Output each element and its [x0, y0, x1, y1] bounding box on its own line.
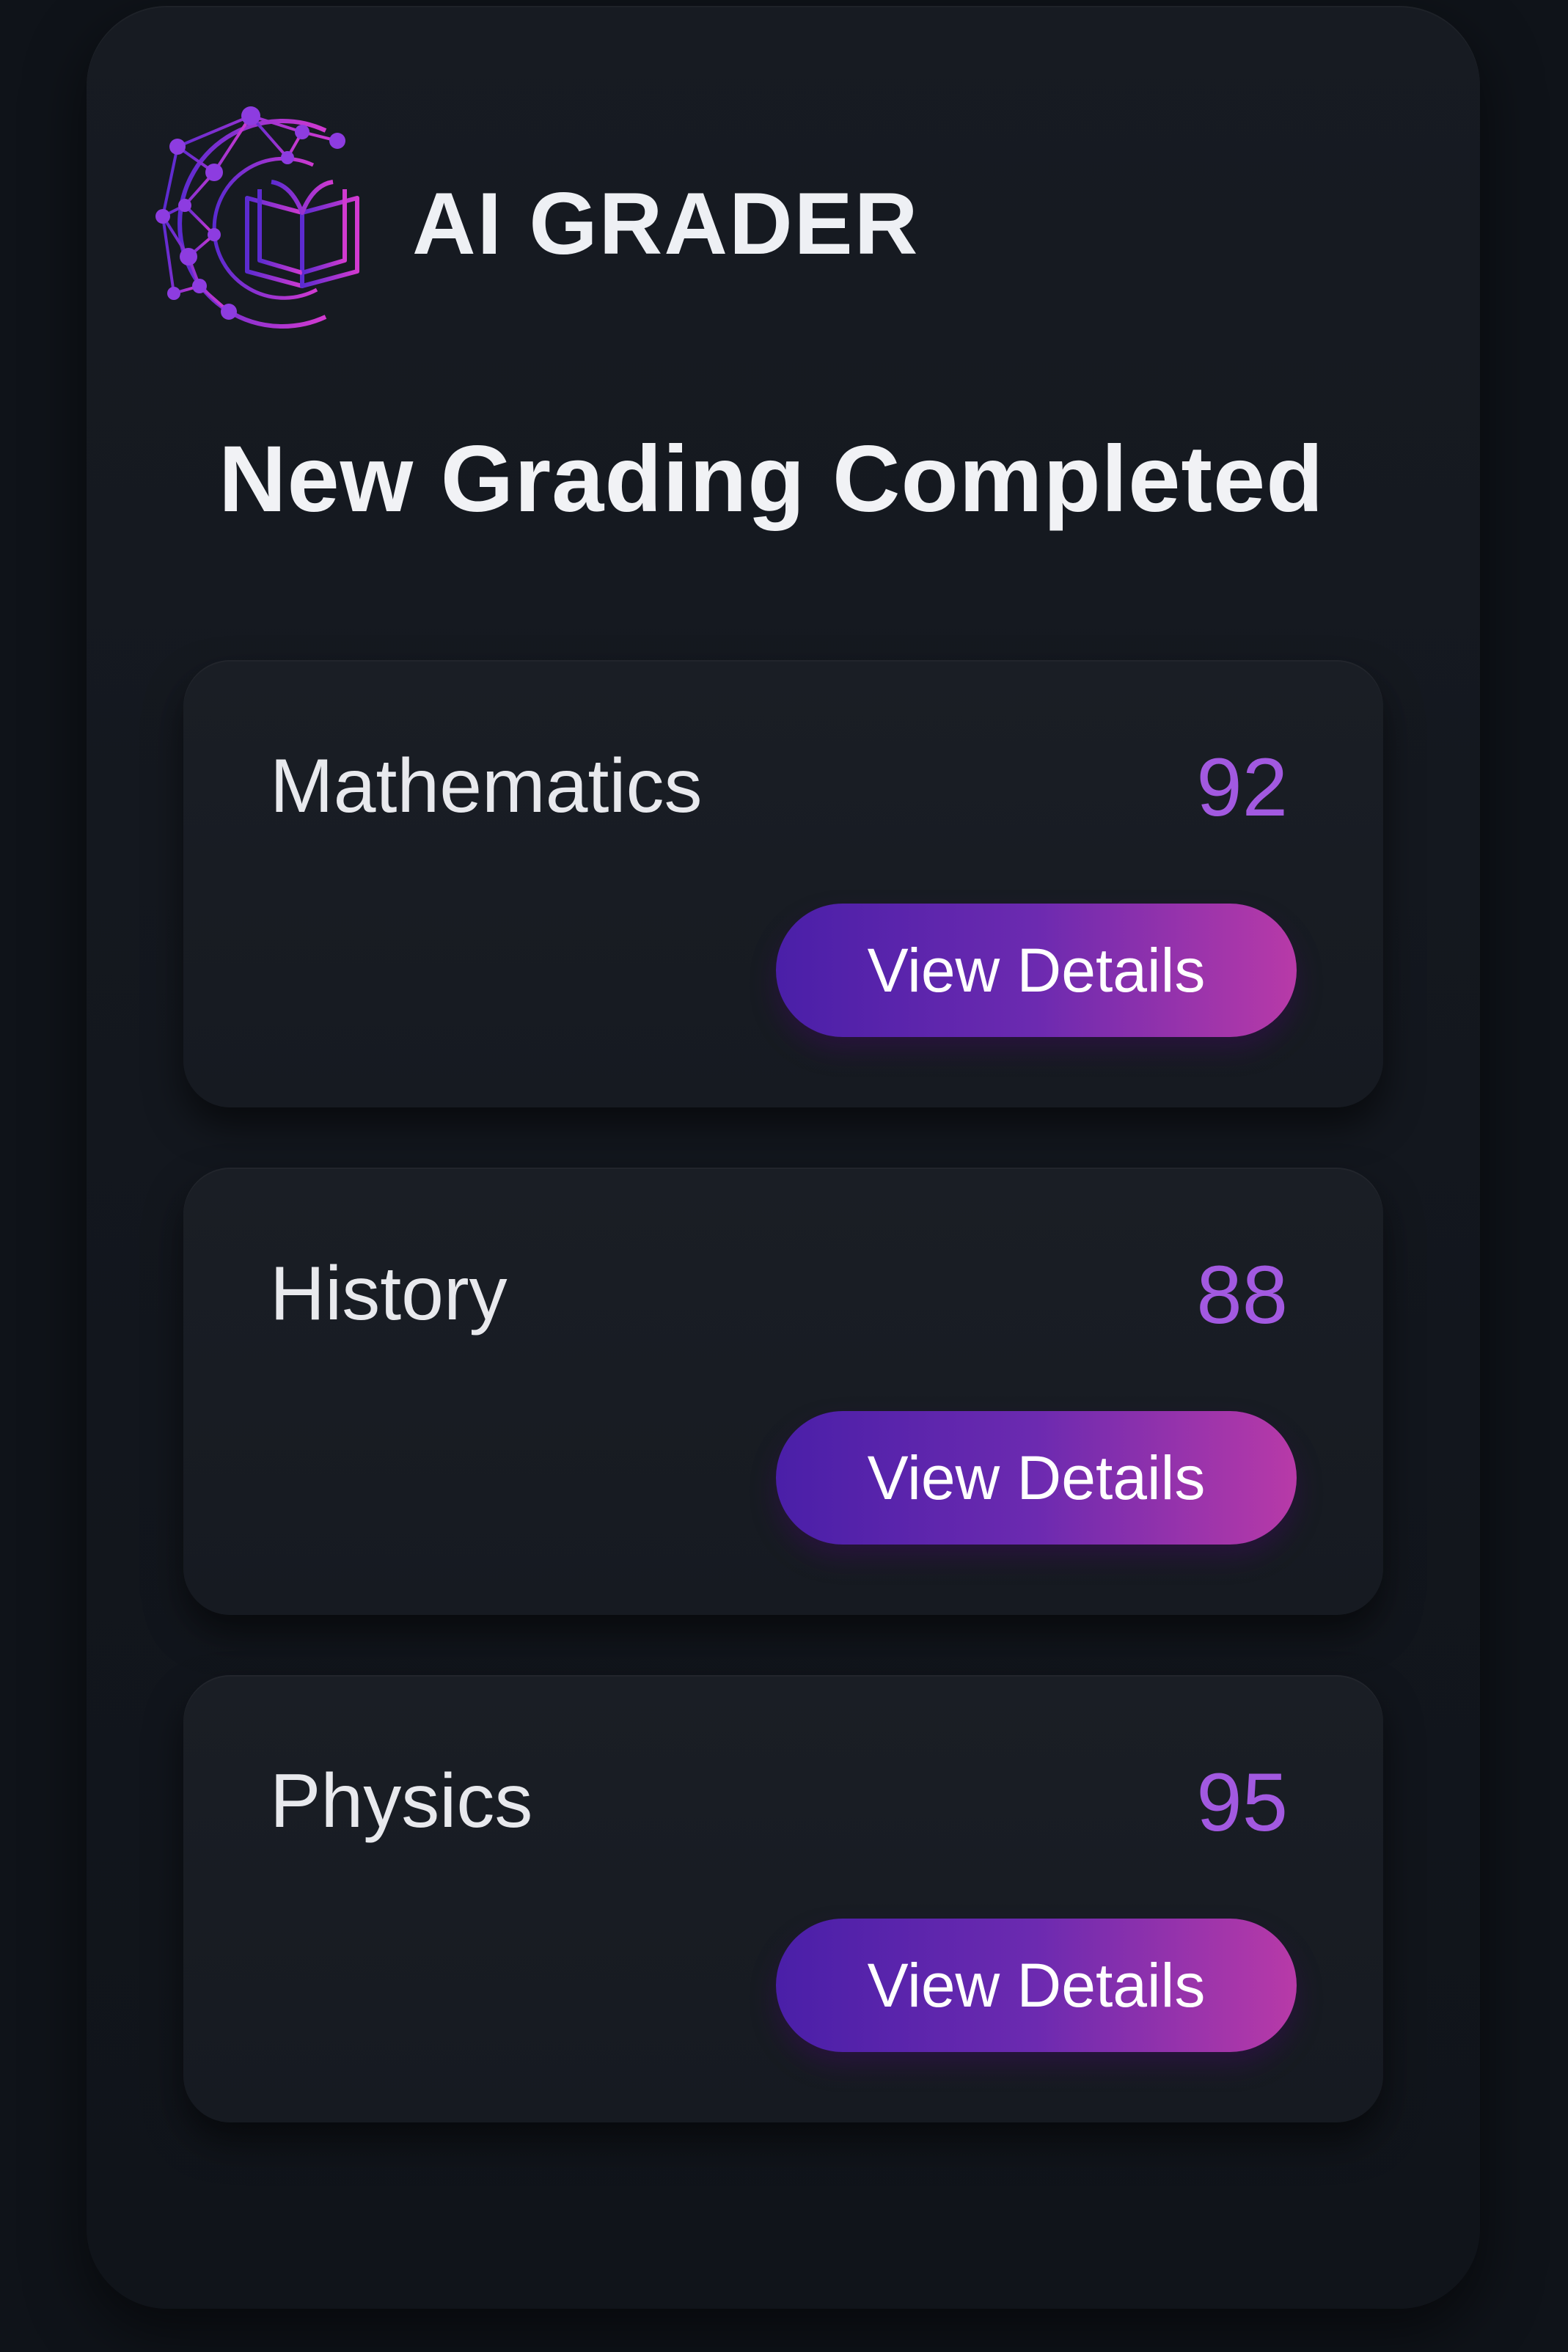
score-value: 92 — [1196, 741, 1288, 833]
subject-label: History — [270, 1251, 508, 1336]
view-details-button[interactable]: View Details — [776, 904, 1297, 1037]
circuit-book-icon — [155, 106, 359, 329]
score-value: 95 — [1196, 1756, 1288, 1848]
result-card-history: History 88 View Details — [183, 1168, 1383, 1615]
brand-name: AI GRADER — [412, 175, 920, 273]
result-card-mathematics: Mathematics 92 View Details — [183, 660, 1383, 1107]
view-details-button[interactable]: View Details — [776, 1919, 1297, 2052]
subject-label: Physics — [270, 1759, 533, 1844]
view-details-button[interactable]: View Details — [776, 1411, 1297, 1545]
page-title: New Grading Completed — [219, 427, 1325, 532]
result-card-physics: Physics 95 View Details — [183, 1675, 1383, 2122]
score-value: 88 — [1196, 1249, 1288, 1341]
brand-header: AI GRADER — [133, 103, 919, 345]
subject-label: Mathematics — [270, 744, 703, 829]
